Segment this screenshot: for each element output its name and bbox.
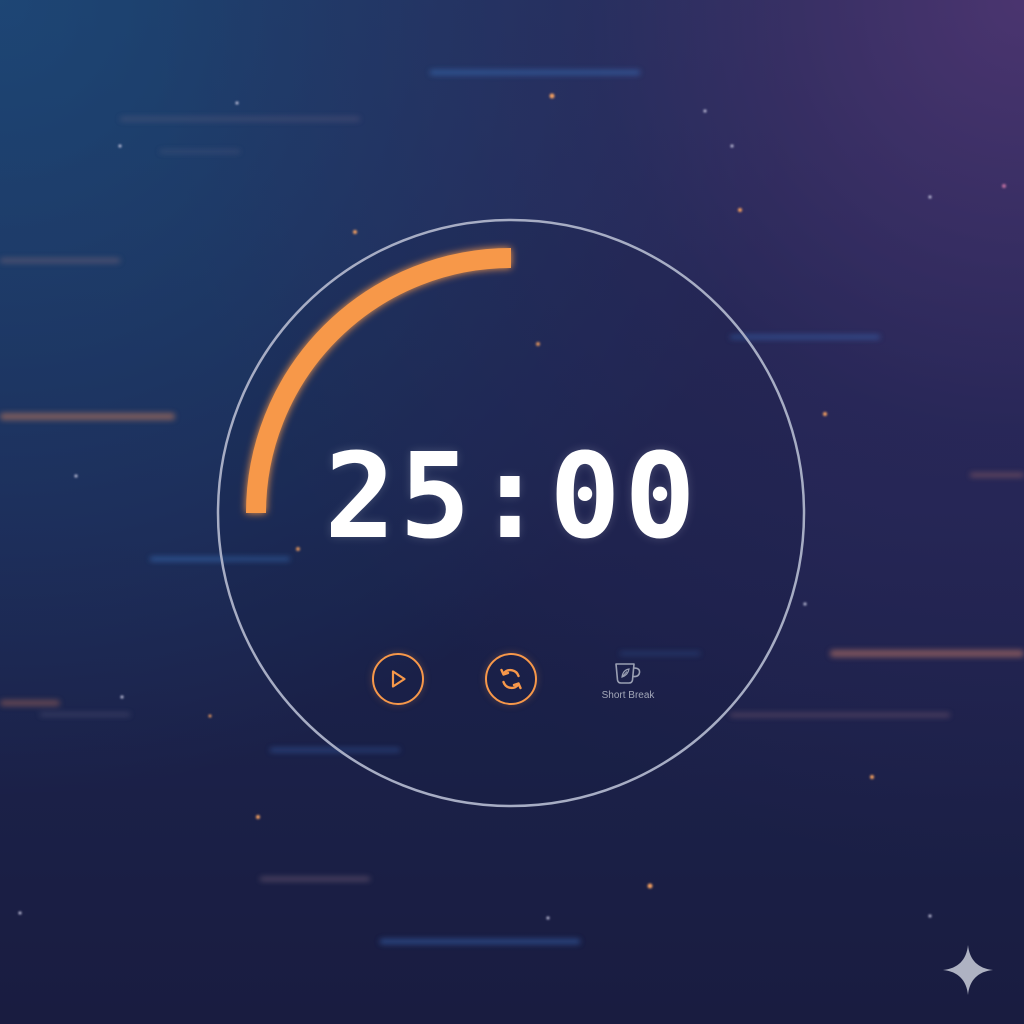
sparkle-icon [943,945,993,995]
short-break-button[interactable]: Short Break [596,660,660,706]
play-button[interactable] [372,653,424,705]
play-icon [391,670,406,688]
time-display: 25:00 [324,427,700,565]
reset-button[interactable] [485,653,537,705]
coffee-cup-icon [615,663,641,684]
short-break-label: Short Break [601,690,655,701]
refresh-icon [500,668,522,690]
